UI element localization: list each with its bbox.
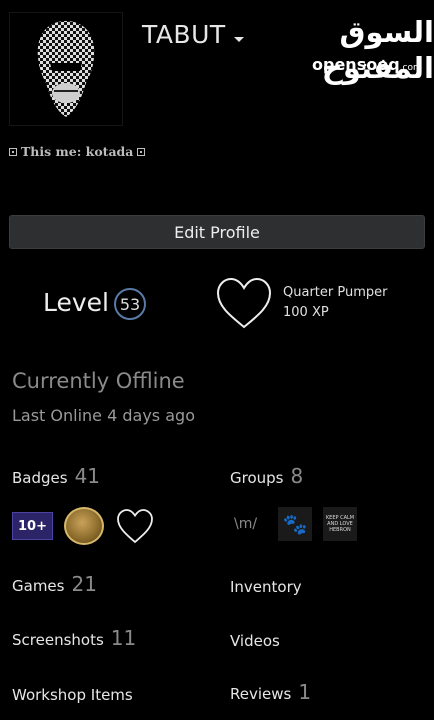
- watermark-logo-english: opensooq.com: [312, 55, 422, 78]
- favorite-badge-xp: 100 XP: [283, 305, 329, 320]
- badge-10-plus[interactable]: 10+: [12, 512, 53, 540]
- reviews-link[interactable]: Reviews 1: [230, 682, 311, 704]
- group-metal-icon[interactable]: \m/: [234, 516, 257, 532]
- summary-text: This me: kotada: [21, 144, 134, 159]
- inventory-label: Inventory: [230, 578, 302, 596]
- heart-icon[interactable]: [214, 275, 274, 339]
- watermark-tld: .com: [399, 63, 422, 73]
- level-label: Level: [43, 288, 109, 317]
- workshop-label: Workshop Items: [12, 686, 133, 704]
- level-badge[interactable]: 53: [114, 288, 146, 320]
- profile-summary: This me: kotada: [9, 144, 146, 159]
- screenshots-label: Screenshots: [12, 631, 104, 649]
- edit-profile-button[interactable]: Edit Profile: [9, 215, 425, 249]
- summary-left-glyph-icon: [9, 147, 17, 156]
- screenshots-count: 11: [110, 626, 137, 650]
- reviews-label: Reviews: [230, 685, 292, 703]
- username-label: TABUT: [142, 20, 226, 49]
- last-online-text: Last Online 4 days ago: [12, 406, 195, 425]
- screenshots-link[interactable]: Screenshots 11: [12, 628, 136, 650]
- group-keep-calm-icon[interactable]: KEEP CALM AND LOVE HEBRON: [323, 507, 357, 541]
- group-paw-icon[interactable]: 🐾: [278, 507, 312, 541]
- games-link[interactable]: Games 21: [12, 574, 97, 596]
- reviews-count: 1: [298, 680, 312, 704]
- username-dropdown[interactable]: TABUT: [142, 20, 244, 50]
- watermark-name: opensooq: [312, 55, 400, 74]
- badges-link[interactable]: Badges 41: [12, 466, 100, 488]
- favorite-badge-title: Quarter Pumper: [283, 285, 388, 300]
- inventory-link[interactable]: Inventory: [230, 577, 302, 597]
- chevron-down-icon: [233, 36, 244, 42]
- games-label: Games: [12, 577, 65, 595]
- online-status: Currently Offline: [12, 369, 185, 393]
- badges-label: Badges: [12, 469, 68, 487]
- groups-link[interactable]: Groups 8: [230, 466, 303, 488]
- videos-label: Videos: [230, 632, 280, 650]
- summary-right-glyph-icon: [137, 147, 146, 156]
- videos-link[interactable]: Videos: [230, 631, 280, 651]
- groups-label: Groups: [230, 469, 284, 487]
- profile-avatar[interactable]: [9, 12, 123, 126]
- badge-heart-icon[interactable]: [115, 507, 155, 551]
- badges-count: 41: [74, 464, 101, 488]
- groups-count: 8: [290, 464, 304, 488]
- games-count: 21: [71, 572, 97, 596]
- workshop-items-link[interactable]: Workshop Items: [12, 685, 133, 705]
- avatar-image: [37, 21, 95, 117]
- badge-coin-icon[interactable]: [64, 507, 104, 545]
